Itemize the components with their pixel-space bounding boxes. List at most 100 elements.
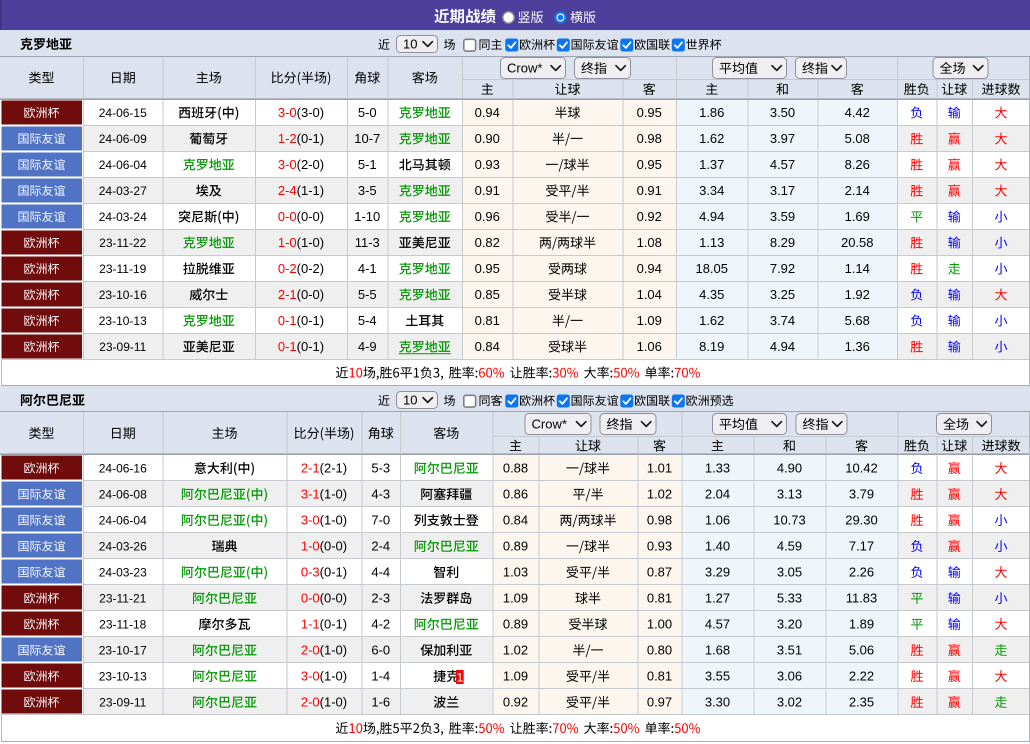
svg-text:1.00: 1.00	[647, 617, 672, 632]
svg-text:2-1: 2-1	[278, 287, 297, 302]
svg-text:(1-0): (1-0)	[320, 643, 347, 658]
svg-text:2-1: 2-1	[301, 461, 320, 476]
svg-text:2-0: 2-0	[301, 643, 320, 658]
svg-text:0.82: 0.82	[475, 235, 500, 250]
svg-text:0.97: 0.97	[647, 695, 672, 710]
svg-text:4.90: 4.90	[777, 461, 802, 476]
svg-text:7.92: 7.92	[770, 261, 795, 276]
svg-text:4-9: 4-9	[358, 339, 377, 354]
svg-text:10: 10	[403, 37, 417, 52]
svg-text:3.30: 3.30	[705, 695, 730, 710]
svg-text:1.09: 1.09	[503, 591, 528, 606]
svg-text:1.14: 1.14	[845, 261, 870, 276]
svg-text:0.84: 0.84	[503, 513, 528, 528]
svg-text:4-4: 4-4	[371, 565, 390, 580]
svg-text:3.59: 3.59	[770, 209, 795, 224]
svg-text:4-2: 4-2	[371, 617, 390, 632]
svg-text:5-4: 5-4	[358, 313, 377, 328]
svg-text:0.86: 0.86	[503, 487, 528, 502]
svg-text:4.94: 4.94	[699, 209, 724, 224]
svg-text:0.85: 0.85	[475, 287, 500, 302]
svg-text:10-7: 10-7	[354, 131, 380, 146]
svg-text:1.08: 1.08	[637, 235, 662, 250]
svg-text:23-09-11: 23-09-11	[99, 695, 146, 709]
svg-text:1.62: 1.62	[699, 313, 724, 328]
svg-text:4-3: 4-3	[371, 487, 390, 502]
svg-text:24-06-04: 24-06-04	[99, 158, 147, 172]
svg-text:24-03-24: 24-03-24	[99, 210, 147, 224]
svg-text:4.42: 4.42	[845, 105, 870, 120]
svg-text:8.29: 8.29	[770, 235, 795, 250]
svg-text:0.91: 0.91	[475, 183, 500, 198]
svg-text:0.91: 0.91	[637, 183, 662, 198]
svg-text:1: 1	[457, 672, 463, 684]
svg-text:0.80: 0.80	[647, 643, 672, 658]
svg-text:0.93: 0.93	[647, 539, 672, 554]
svg-text:1.09: 1.09	[503, 669, 528, 684]
svg-text:(1-0): (1-0)	[320, 513, 347, 528]
svg-text:2.14: 2.14	[845, 183, 870, 198]
svg-text:23-10-13: 23-10-13	[99, 314, 147, 328]
svg-text:11-3: 11-3	[355, 235, 380, 250]
svg-text:2.26: 2.26	[849, 565, 874, 580]
svg-text:1.02: 1.02	[503, 643, 528, 658]
svg-text:24-06-08: 24-06-08	[99, 487, 147, 501]
svg-text:3.06: 3.06	[777, 669, 802, 684]
svg-text:0.81: 0.81	[475, 313, 500, 328]
svg-text:5.06: 5.06	[849, 643, 874, 658]
svg-text:1.33: 1.33	[705, 461, 730, 476]
svg-text:2-0: 2-0	[301, 695, 320, 710]
svg-text:(1-0): (1-0)	[320, 669, 347, 684]
svg-text:1.03: 1.03	[503, 565, 528, 580]
svg-text:0.88: 0.88	[503, 461, 528, 476]
svg-text:3-5: 3-5	[358, 183, 377, 198]
svg-text:3.05: 3.05	[777, 565, 802, 580]
svg-text:2.04: 2.04	[705, 487, 730, 502]
svg-text:(1-0): (1-0)	[320, 487, 347, 502]
svg-text:3.29: 3.29	[705, 565, 730, 580]
svg-text:1.89: 1.89	[849, 617, 874, 632]
svg-text:(0-2): (0-2)	[297, 261, 324, 276]
svg-text:24-06-16: 24-06-16	[99, 461, 147, 475]
svg-text:24-06-04: 24-06-04	[99, 513, 147, 527]
svg-text:23-09-11: 23-09-11	[99, 340, 146, 354]
svg-text:2-3: 2-3	[371, 591, 390, 606]
svg-text:1.69: 1.69	[845, 209, 870, 224]
svg-text:3.25: 3.25	[770, 287, 795, 302]
svg-text:1.13: 1.13	[699, 235, 724, 250]
svg-text:1.62: 1.62	[699, 131, 724, 146]
svg-text:1.27: 1.27	[705, 591, 730, 606]
svg-text:11.83: 11.83	[846, 591, 878, 606]
svg-text:(0-1): (0-1)	[320, 617, 347, 632]
svg-text:5-3: 5-3	[371, 461, 390, 476]
svg-text:(2-0): (2-0)	[297, 157, 324, 172]
svg-text:24-06-09: 24-06-09	[99, 132, 147, 146]
svg-text:4.59: 4.59	[777, 539, 802, 554]
svg-text:(0-1): (0-1)	[297, 339, 324, 354]
svg-text:0-3: 0-3	[301, 565, 320, 580]
svg-text:(2-1): (2-1)	[320, 461, 347, 476]
svg-text:20.58: 20.58	[841, 235, 874, 250]
svg-text:24-03-26: 24-03-26	[99, 539, 147, 553]
svg-text:2.35: 2.35	[849, 695, 874, 710]
svg-text:1.68: 1.68	[705, 643, 730, 658]
svg-text:0.81: 0.81	[647, 591, 672, 606]
svg-text:3.13: 3.13	[777, 487, 802, 502]
svg-text:24-03-23: 24-03-23	[99, 565, 147, 579]
svg-text:1-4: 1-4	[371, 669, 390, 684]
svg-text:3.20: 3.20	[777, 617, 802, 632]
svg-text:23-10-17: 23-10-17	[99, 643, 147, 657]
svg-text:10.42: 10.42	[845, 461, 878, 476]
svg-text:4.35: 4.35	[699, 287, 724, 302]
svg-text:3-0: 3-0	[301, 513, 320, 528]
svg-text:0.92: 0.92	[503, 695, 528, 710]
svg-text:24-06-15: 24-06-15	[99, 106, 147, 120]
svg-text:0.94: 0.94	[475, 105, 500, 120]
svg-text:3.79: 3.79	[849, 487, 874, 502]
svg-text:23-11-18: 23-11-18	[99, 617, 146, 631]
svg-text:29.30: 29.30	[845, 513, 878, 528]
svg-text:1-2: 1-2	[278, 131, 297, 146]
svg-text:10.73: 10.73	[773, 513, 806, 528]
svg-text:5-5: 5-5	[358, 287, 377, 302]
svg-text:1.06: 1.06	[637, 339, 662, 354]
